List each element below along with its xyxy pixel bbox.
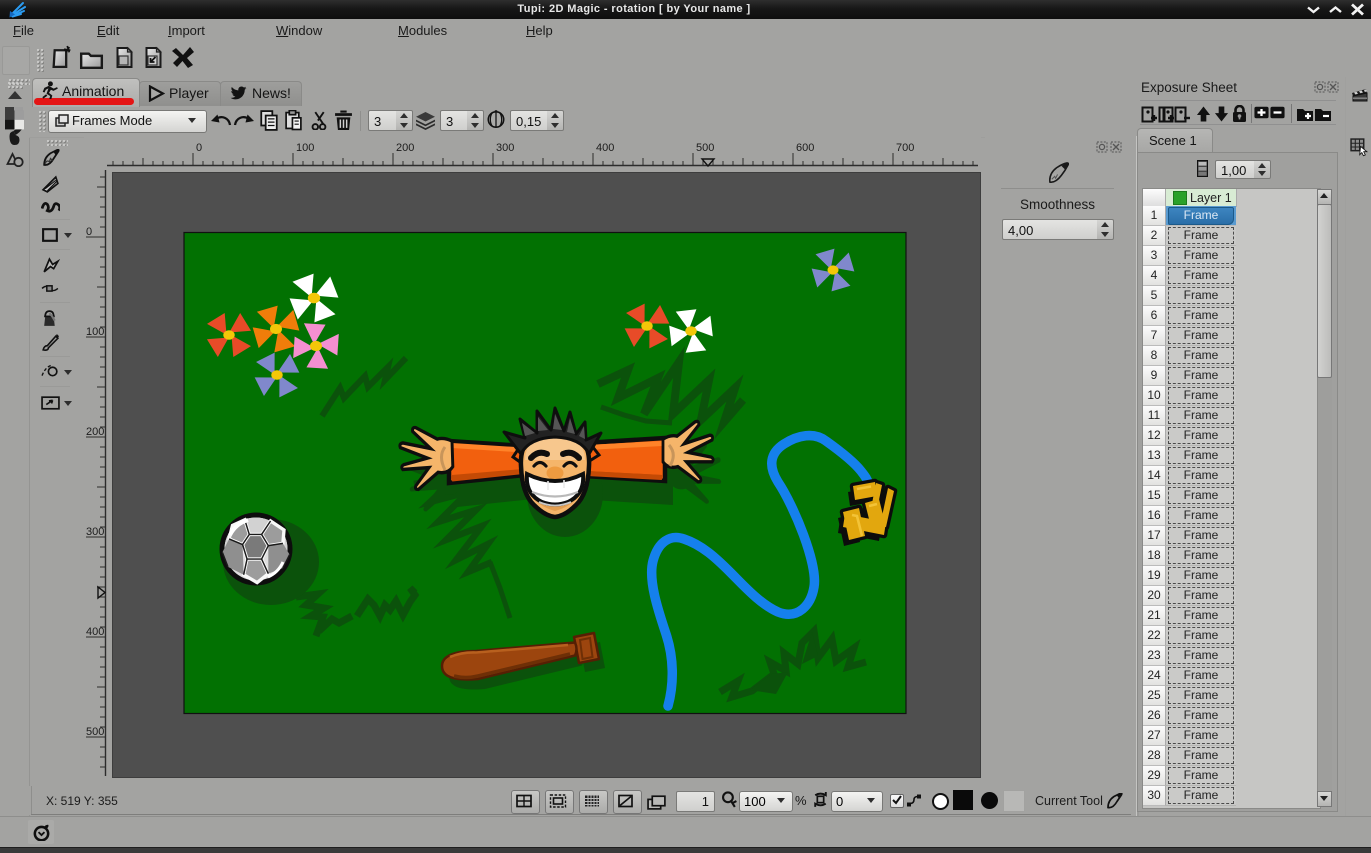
svg-text:600: 600 [796, 142, 814, 154]
svg-text:500: 500 [86, 726, 104, 738]
svg-text:300: 300 [86, 526, 104, 538]
svg-text:100: 100 [296, 142, 314, 154]
svg-text:500: 500 [696, 142, 714, 154]
svg-text:200: 200 [396, 142, 414, 154]
svg-text:200: 200 [86, 426, 104, 438]
svg-text:0: 0 [196, 142, 202, 154]
svg-text:0: 0 [86, 226, 92, 238]
svg-text:700: 700 [896, 142, 914, 154]
svg-text:400: 400 [86, 626, 104, 638]
svg-text:100: 100 [86, 326, 104, 338]
svg-text:300: 300 [496, 142, 514, 154]
svg-text:400: 400 [596, 142, 614, 154]
